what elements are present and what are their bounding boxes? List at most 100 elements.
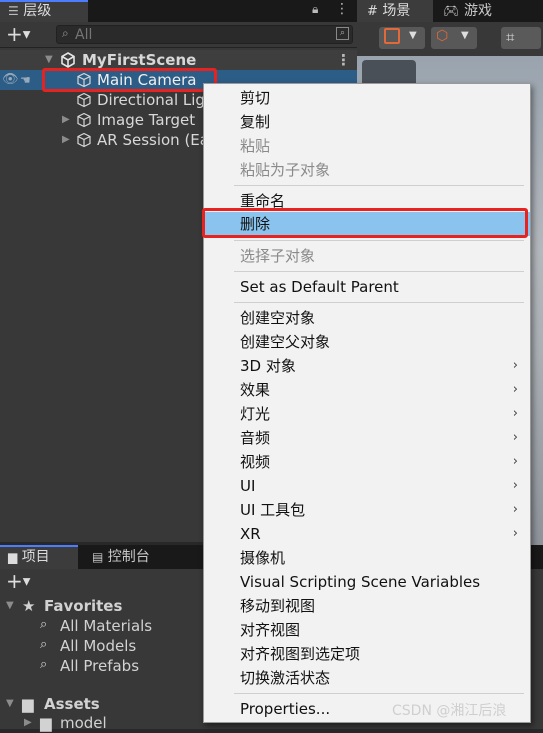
chevron-right-icon: › (512, 430, 518, 445)
menu-item-light[interactable]: 灯光 › (204, 402, 530, 426)
tab-console-label: 控制台 (107, 549, 150, 565)
chevron-right-icon: › (512, 526, 518, 541)
menu-separator (234, 240, 524, 241)
menu-separator (234, 271, 524, 272)
folder-icon: ▆ (22, 695, 34, 713)
chevron-right-icon: › (512, 478, 518, 493)
gameobject-cube-icon (77, 132, 91, 148)
menu-item-create-empty-parent[interactable]: 创建空父对象 (204, 330, 530, 354)
scene-menu-icon[interactable]: ⋮ (336, 50, 351, 70)
create-asset-button[interactable]: +▼ (6, 569, 30, 595)
menu-item-paste-as-child[interactable]: 粘贴为子对象 (204, 158, 530, 182)
console-icon: ▤ (92, 550, 104, 564)
menu-item-label: 灯光 (240, 405, 271, 423)
shading-cube-icon: ⬡ (436, 28, 449, 44)
grid-snap-icon: ⌗ (506, 28, 515, 46)
tab-console[interactable]: ▤ 控制台 (92, 545, 150, 569)
menu-item-create-empty[interactable]: 创建空对象 (204, 306, 530, 330)
menu-item-audio[interactable]: 音频 › (204, 426, 530, 450)
expand-triangle-icon[interactable]: ▼ (6, 698, 14, 709)
pickable-hand-icon[interactable]: ☚ (20, 70, 31, 90)
menu-item-set-default-parent[interactable]: Set as Default Parent (204, 275, 530, 299)
tab-game-label: 游戏 (463, 3, 492, 19)
menu-item-effects[interactable]: 效果 › (204, 378, 530, 402)
favorite-item[interactable]: All Prefabs (60, 656, 139, 676)
menu-item-move-to-view[interactable]: 移动到视图 (204, 594, 530, 618)
menu-item-video[interactable]: 视频 › (204, 450, 530, 474)
menu-item-xr[interactable]: XR › (204, 522, 530, 546)
folder-icon: ▆ (8, 550, 18, 564)
menu-item-copy[interactable]: 复制 (204, 110, 530, 134)
tab-scene[interactable]: # 场景 (357, 0, 433, 22)
expand-triangle-icon[interactable]: ▶ (62, 110, 70, 130)
chevron-down-icon: ▼ (22, 29, 31, 41)
add-object-button[interactable]: +▼ (6, 22, 30, 48)
watermark-text: CSDN @湘江后浪 (392, 703, 507, 719)
draw-mode-dropdown[interactable]: ▼ (379, 27, 425, 49)
tab-game[interactable]: 🎮︎ 游戏 (443, 0, 492, 22)
search-icon: ⌕ (40, 617, 48, 632)
expand-triangle-icon[interactable]: ▼ (6, 600, 14, 611)
grid-icon: # (367, 4, 378, 19)
menu-item-select-children[interactable]: 选择子对象 (204, 244, 530, 268)
gameobject-cube-icon (77, 112, 91, 128)
asset-folder[interactable]: model (60, 713, 107, 733)
scene-row[interactable]: ▼ MyFirstScene ⋮ (0, 50, 357, 70)
item-label: Directional Lig (97, 91, 205, 109)
menu-item-toggle-active-state[interactable]: 切换激活状态 (204, 666, 530, 690)
menu-item-visual-scripting-scene-variables[interactable]: Visual Scripting Scene Variables (204, 570, 530, 594)
tab-hierarchy[interactable]: ☰ 层级 (0, 0, 88, 22)
assets-header[interactable]: Assets (44, 694, 100, 714)
menu-item-3d-object[interactable]: 3D 对象 › (204, 354, 530, 378)
tab-scene-label: 场景 (382, 3, 411, 19)
search-field[interactable]: ⌕ ⌕ (56, 25, 353, 44)
gamepad-icon: 🎮︎ (443, 4, 460, 19)
menu-item-cut[interactable]: 剪切 (204, 86, 530, 110)
grid-snap-button[interactable]: ⌗ (501, 27, 541, 49)
chevron-right-icon: › (512, 502, 518, 517)
menu-item-label: 3D 对象 (240, 357, 296, 375)
menu-separator (234, 185, 524, 186)
lock-icon[interactable]: 🔒︎ (312, 2, 318, 17)
search-options-icon[interactable]: ⌕ (336, 27, 349, 40)
hierarchy-toolbar: +▼ ⌕ ⌕ (0, 22, 357, 48)
menu-item-label: UI 工具包 (240, 501, 306, 519)
menu-item-label: 音频 (240, 429, 271, 447)
menu-item-camera[interactable]: 摄像机 (204, 546, 530, 570)
menu-item-ui-toolkit[interactable]: UI 工具包 › (204, 498, 530, 522)
search-input[interactable] (75, 26, 325, 43)
chevron-right-icon: › (512, 406, 518, 421)
menu-item-align-with-view[interactable]: 对齐视图 (204, 618, 530, 642)
shading-dropdown[interactable]: ⬡ ▼ (431, 27, 477, 49)
expand-triangle-icon[interactable]: ▶ (24, 717, 32, 728)
folder-icon: ▆ (40, 714, 52, 732)
expand-triangle-icon[interactable]: ▼ (45, 50, 53, 70)
menu-item-label: UI (240, 477, 256, 495)
gameobject-cube-icon (77, 92, 91, 108)
favorites-header[interactable]: Favorites (44, 596, 122, 616)
menu-item-paste[interactable]: 粘贴 (204, 134, 530, 158)
menu-item-ui[interactable]: UI › (204, 474, 530, 498)
menu-item-align-view-to-selected[interactable]: 对齐视图到选定项 (204, 642, 530, 666)
context-menu: 剪切 复制 粘贴 粘贴为子对象 重命名 删除 选择子对象 Set as Defa… (203, 83, 531, 723)
search-icon: ⌕ (40, 637, 48, 652)
tab-project[interactable]: ▆ 项目 (0, 545, 78, 569)
star-icon: ★ (22, 597, 36, 615)
annotation-box-main-camera (42, 68, 217, 92)
expand-triangle-icon[interactable]: ▶ (62, 130, 70, 150)
scene-name: MyFirstScene (82, 51, 197, 69)
item-label: Image Target (97, 111, 196, 129)
favorite-item[interactable]: All Materials (60, 616, 152, 636)
hierarchy-tab-label: 层级 (23, 3, 52, 19)
favorite-item[interactable]: All Models (60, 636, 136, 656)
tab-project-label: 项目 (21, 549, 50, 565)
unity-scene-icon (61, 52, 75, 68)
menu-separator (234, 693, 524, 694)
search-icon: ⌕ (62, 26, 69, 40)
tab-menu-icon[interactable]: ⋮ (335, 1, 349, 17)
visibility-eye-icon[interactable]: 👁︎ (2, 70, 19, 90)
menu-item-label: 效果 (240, 381, 271, 399)
scene-tab-bar: # 场景 🎮︎ 游戏 (357, 0, 543, 22)
chevron-right-icon: › (512, 358, 518, 373)
menu-item-label: 视频 (240, 453, 271, 471)
